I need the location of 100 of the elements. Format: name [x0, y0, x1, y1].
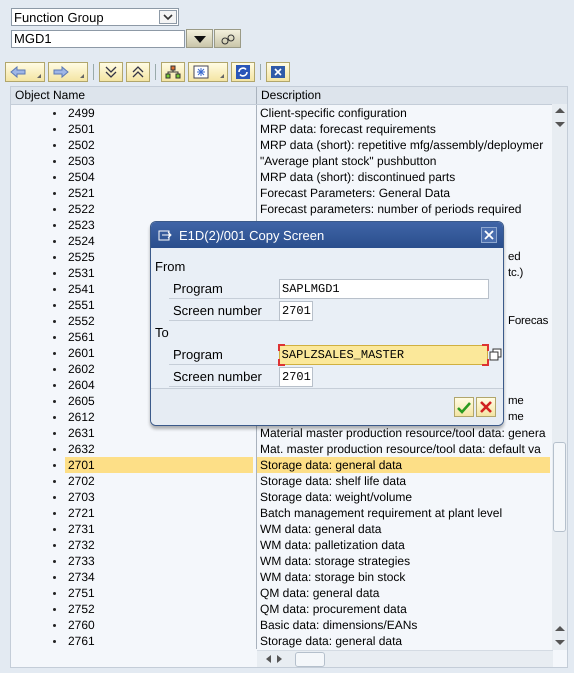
glasses-icon [220, 32, 236, 46]
expand-button[interactable] [99, 62, 123, 82]
forward-button[interactable] [48, 62, 88, 82]
object-name[interactable]: 2733 [65, 553, 253, 569]
bullet-icon [53, 224, 56, 226]
section-label: To [155, 324, 170, 342]
description-text: MRP data: forecast requirements [256, 121, 550, 137]
refresh-icon [235, 65, 251, 79]
chevrons-up-icon [130, 65, 146, 79]
close-button[interactable] [481, 227, 497, 243]
description-text: WM data: storage bin stock [256, 569, 550, 585]
object-name[interactable]: 2731 [65, 521, 253, 537]
bullet-icon [53, 560, 56, 562]
object-name[interactable]: 2631 [65, 425, 253, 441]
bullet-icon [53, 608, 56, 610]
description-text: Forecast Parameters: General Data [256, 185, 550, 201]
close-icon [270, 65, 286, 79]
object-name[interactable]: 2721 [65, 505, 253, 521]
dialog-icon [157, 228, 173, 242]
refresh-button[interactable] [231, 62, 255, 82]
description-text: MRP data (short): repetitive mfg/assembly/deploymer [256, 137, 550, 153]
bullet-icon [53, 128, 56, 130]
bullet-icon [53, 496, 56, 498]
bullet-icon [53, 192, 56, 194]
horizontal-scrollbar[interactable] [257, 650, 553, 667]
bullet-icon [53, 160, 56, 162]
cancel-button[interactable] [476, 397, 496, 417]
object-name[interactable]: 2501 [65, 121, 253, 137]
copy-icon[interactable] [489, 347, 503, 363]
input-field[interactable]: SAPLZSALES_MASTER [278, 345, 488, 365]
column-header[interactable]: Description [256, 87, 550, 104]
object-name-field[interactable]: MGD1 [11, 30, 185, 48]
description-text: Forecast parameters: number of periods required [256, 201, 550, 217]
bullet-icon [53, 480, 56, 482]
bullet-icon [53, 368, 56, 370]
bullet-icon [53, 640, 56, 642]
bullet-icon [53, 576, 56, 578]
object-name[interactable]: 2701 [65, 457, 253, 473]
collapse-button[interactable] [126, 62, 150, 82]
object-name[interactable]: 2752 [65, 601, 253, 617]
bullet-icon [53, 144, 56, 146]
object-name[interactable]: 2502 [65, 137, 253, 153]
object-name[interactable]: 2522 [65, 201, 253, 217]
back-button[interactable] [5, 62, 45, 82]
asterisk-button[interactable] [188, 62, 228, 82]
scroll-thumb[interactable] [553, 442, 566, 532]
bullet-icon [53, 336, 56, 338]
object-name[interactable]: 2499 [65, 105, 253, 121]
display-button[interactable] [214, 29, 241, 48]
description-text: WM data: palletization data [256, 537, 550, 553]
object-name[interactable]: 2760 [65, 617, 253, 633]
description-text: WM data: storage strategies [256, 553, 550, 569]
object-name[interactable]: 2702 [65, 473, 253, 489]
object-name[interactable]: 2521 [65, 185, 253, 201]
bullet-icon [53, 416, 56, 418]
chevrons-down-icon [103, 65, 119, 79]
bullet-icon [53, 352, 56, 354]
bullet-icon [53, 256, 56, 258]
description-text: "Average plant stock" pushbutton [256, 153, 550, 169]
confirm-button[interactable] [454, 397, 474, 417]
bullet-icon [53, 272, 56, 274]
hierarchy-icon [165, 65, 181, 79]
object-name[interactable]: 2503 [65, 153, 253, 169]
object-name[interactable]: 2734 [65, 569, 253, 585]
bullet-icon [53, 544, 56, 546]
object-name[interactable]: 2703 [65, 489, 253, 505]
vertical-scrollbar[interactable] [552, 104, 567, 650]
input-field[interactable]: SAPLMGD1 [279, 279, 489, 299]
bullet-icon [53, 592, 56, 594]
object-name[interactable]: 2632 [65, 441, 253, 457]
description-text: QM data: procurement data [256, 601, 550, 617]
arrow-left-icon [10, 65, 26, 79]
description-text: Storage data: weight/volume [256, 489, 550, 505]
description-text: QM data: general data [256, 585, 550, 601]
input-field[interactable]: 2701 [279, 301, 313, 321]
bullet-icon [53, 176, 56, 178]
object-name[interactable]: 2504 [65, 169, 253, 185]
close-button[interactable] [266, 62, 290, 82]
description-text: Basic data: dimensions/EANs [256, 617, 550, 633]
dialog-title: E1D(2)/001 Copy Screen [179, 228, 326, 242]
scroll-thumb[interactable] [295, 652, 325, 666]
bullet-icon [53, 112, 56, 114]
object-type-dropdown[interactable]: Function Group [11, 8, 179, 26]
bullet-icon [53, 384, 56, 386]
hierarchy-button[interactable] [161, 62, 185, 82]
bullet-icon [53, 208, 56, 210]
object-name[interactable]: 2761 [65, 633, 253, 649]
object-name[interactable]: 2732 [65, 537, 253, 553]
description-text: Client-specific configuration [256, 105, 550, 121]
field-label: Program [169, 345, 279, 365]
column-header[interactable]: Object Name [11, 87, 256, 104]
arrow-right-icon [53, 65, 69, 79]
dropdown-button[interactable] [186, 29, 213, 48]
description-text: Batch management requirement at plant level [256, 505, 550, 521]
object-name[interactable]: 2751 [65, 585, 253, 601]
input-field[interactable]: 2701 [279, 367, 313, 387]
bullet-icon [53, 320, 56, 322]
bullet-icon [53, 288, 56, 290]
section-label: From [155, 258, 186, 276]
description-text: MRP data (short): discontinued parts [256, 169, 550, 185]
